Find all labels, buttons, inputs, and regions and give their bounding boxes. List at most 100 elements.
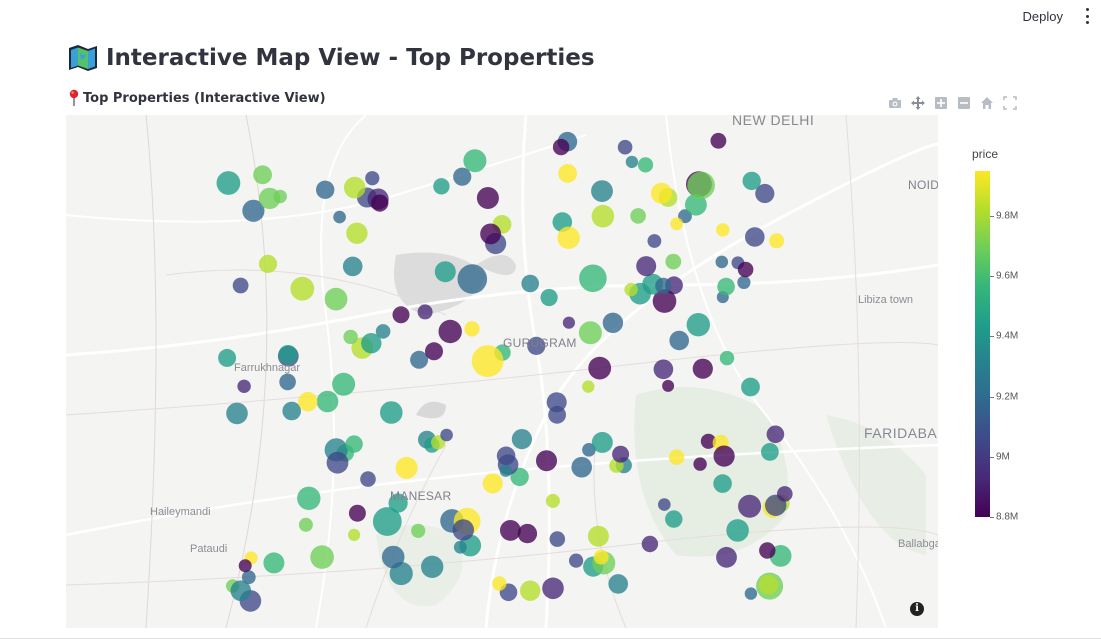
property-marker[interactable] xyxy=(582,380,595,393)
property-marker[interactable] xyxy=(380,401,403,424)
property-marker[interactable] xyxy=(759,542,776,559)
property-marker[interactable] xyxy=(345,435,363,453)
property-marker[interactable] xyxy=(511,429,532,450)
property-marker[interactable] xyxy=(741,377,760,397)
property-marker[interactable] xyxy=(742,171,761,191)
property-marker[interactable] xyxy=(637,157,654,173)
property-marker[interactable] xyxy=(492,576,507,591)
property-marker[interactable] xyxy=(395,456,418,479)
property-marker[interactable] xyxy=(438,319,462,344)
property-marker[interactable] xyxy=(612,445,630,463)
property-marker[interactable] xyxy=(476,187,499,209)
camera-icon[interactable] xyxy=(888,96,902,110)
property-marker[interactable] xyxy=(737,261,754,278)
property-marker[interactable] xyxy=(463,149,487,173)
property-marker[interactable] xyxy=(297,486,321,510)
property-marker[interactable] xyxy=(571,456,592,478)
property-marker[interactable] xyxy=(588,356,612,380)
property-marker[interactable] xyxy=(310,545,334,569)
property-marker[interactable] xyxy=(342,256,363,277)
property-marker[interactable] xyxy=(517,523,538,544)
property-marker[interactable] xyxy=(258,187,281,210)
property-marker[interactable] xyxy=(686,313,710,337)
property-marker[interactable] xyxy=(343,329,358,345)
property-marker[interactable] xyxy=(769,233,785,249)
property-marker[interactable] xyxy=(710,132,727,149)
property-marker[interactable] xyxy=(372,507,402,536)
property-marker[interactable] xyxy=(521,274,539,293)
property-marker[interactable] xyxy=(766,425,785,444)
property-marker[interactable] xyxy=(579,264,607,293)
property-marker[interactable] xyxy=(653,359,674,380)
property-marker[interactable] xyxy=(263,552,285,574)
property-marker[interactable] xyxy=(738,494,762,518)
property-marker[interactable] xyxy=(636,256,657,277)
property-marker[interactable] xyxy=(693,457,707,471)
property-marker[interactable] xyxy=(316,180,335,199)
property-marker[interactable] xyxy=(552,138,570,156)
property-marker[interactable] xyxy=(361,333,382,354)
property-marker[interactable] xyxy=(453,540,467,554)
property-marker[interactable] xyxy=(232,277,249,294)
property-marker[interactable] xyxy=(482,473,503,494)
property-marker[interactable] xyxy=(569,553,584,568)
property-marker[interactable] xyxy=(253,165,272,185)
property-marker[interactable] xyxy=(587,525,609,547)
property-marker[interactable] xyxy=(591,431,613,453)
property-marker[interactable] xyxy=(558,164,577,183)
property-marker[interactable] xyxy=(670,217,684,231)
property-marker[interactable] xyxy=(421,555,444,578)
property-marker[interactable] xyxy=(651,182,672,204)
property-marker[interactable] xyxy=(346,222,368,244)
home-icon[interactable] xyxy=(980,96,994,110)
property-marker[interactable] xyxy=(737,275,751,289)
property-marker[interactable] xyxy=(624,282,638,297)
property-marker[interactable] xyxy=(348,504,366,522)
property-marker[interactable] xyxy=(333,210,346,224)
property-marker[interactable] xyxy=(520,580,541,601)
property-marker[interactable] xyxy=(411,523,426,538)
property-marker[interactable] xyxy=(593,549,609,565)
property-marker[interactable] xyxy=(332,372,356,396)
property-marker[interactable] xyxy=(348,528,361,541)
property-marker[interactable] xyxy=(647,234,662,248)
property-marker[interactable] xyxy=(496,446,516,466)
property-marker[interactable] xyxy=(434,261,456,283)
property-marker[interactable] xyxy=(744,587,758,600)
property-marker[interactable] xyxy=(433,178,450,195)
pan-icon[interactable] xyxy=(911,96,925,110)
property-marker[interactable] xyxy=(545,493,560,508)
property-marker[interactable] xyxy=(230,580,252,601)
property-marker[interactable] xyxy=(726,519,749,542)
property-marker[interactable] xyxy=(381,545,405,569)
property-marker[interactable] xyxy=(745,227,765,247)
property-marker[interactable] xyxy=(761,443,779,461)
property-marker[interactable] xyxy=(777,486,793,502)
property-marker[interactable] xyxy=(713,474,732,493)
property-marker[interactable] xyxy=(290,276,315,301)
property-marker[interactable] xyxy=(608,574,628,594)
property-marker[interactable] xyxy=(326,451,349,474)
property-marker[interactable] xyxy=(540,288,558,307)
property-marker[interactable] xyxy=(658,498,671,511)
property-marker[interactable] xyxy=(392,306,410,324)
property-marker[interactable] xyxy=(471,345,504,377)
property-marker[interactable] xyxy=(716,546,737,568)
property-marker[interactable] xyxy=(282,401,301,421)
property-marker[interactable] xyxy=(453,167,472,186)
property-marker[interactable] xyxy=(578,321,602,345)
property-marker[interactable] xyxy=(562,316,575,329)
property-marker[interactable] xyxy=(655,277,672,294)
property-marker[interactable] xyxy=(298,517,313,532)
property-marker[interactable] xyxy=(715,255,729,269)
property-marker[interactable] xyxy=(425,342,443,361)
property-marker[interactable] xyxy=(662,379,675,392)
map-plot[interactable]: NEW DELHI NOID Libiza town Farrukhnagar … xyxy=(66,115,938,628)
property-marker[interactable] xyxy=(298,392,318,412)
property-marker[interactable] xyxy=(216,171,241,195)
property-marker[interactable] xyxy=(452,519,474,541)
property-marker[interactable] xyxy=(719,350,735,366)
property-marker[interactable] xyxy=(258,254,278,273)
property-marker[interactable] xyxy=(716,223,730,237)
zoom-in-icon[interactable] xyxy=(934,96,948,110)
